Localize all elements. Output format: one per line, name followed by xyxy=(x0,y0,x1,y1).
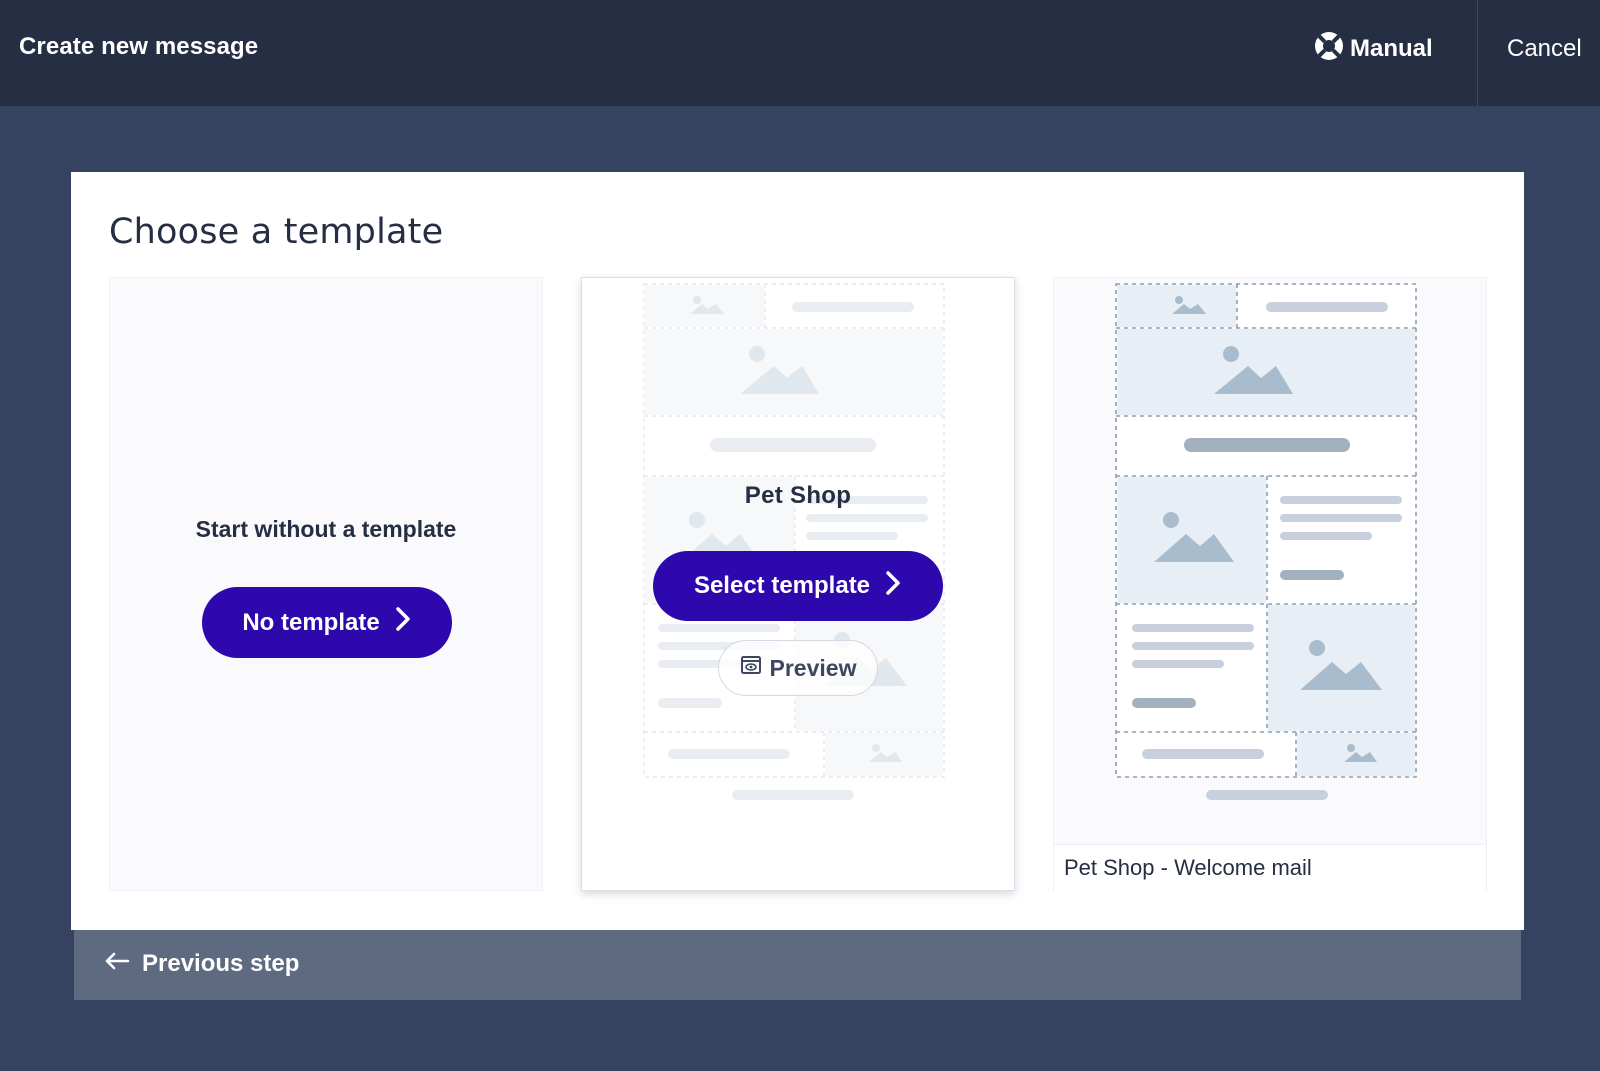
previous-step-label: Previous step xyxy=(142,950,300,977)
chevron-right-icon xyxy=(884,570,902,603)
welcome-mail-template-card[interactable]: Pet Shop - Welcome mail xyxy=(1053,277,1487,892)
blank-template-heading: Start without a template xyxy=(195,516,457,542)
preview-button[interactable]: Preview xyxy=(718,640,878,696)
select-template-label: Select template xyxy=(693,572,871,599)
top-bar: Create new message Manual Cancel xyxy=(0,0,1600,106)
template-panel: Choose a template Start without a templa… xyxy=(71,172,1524,930)
welcome-mail-caption: Pet Shop - Welcome mail xyxy=(1054,844,1486,892)
welcome-mail-name: Pet Shop - Welcome mail xyxy=(1064,855,1312,880)
blank-template-card: Start without a template No template xyxy=(109,277,543,891)
pet-shop-title: Pet Shop xyxy=(744,482,852,509)
previous-step-button[interactable]: Previous step xyxy=(104,950,299,978)
manual-label: Manual xyxy=(1350,35,1433,62)
no-template-button[interactable]: No template xyxy=(202,587,452,658)
page-title: Choose a template xyxy=(109,212,444,252)
select-template-button[interactable]: Select template xyxy=(653,551,943,621)
topbar-divider xyxy=(1477,0,1478,106)
pet-shop-template-card[interactable]: Pet Shop Select template Preview xyxy=(581,277,1015,891)
preview-label: Preview xyxy=(769,654,857,681)
arrow-left-icon xyxy=(104,950,130,978)
lifebuoy-icon xyxy=(1314,31,1344,68)
cancel-button[interactable]: Cancel xyxy=(1507,35,1582,63)
app-title: Create new message xyxy=(19,33,259,60)
chevron-right-icon xyxy=(394,606,412,639)
eye-icon xyxy=(740,654,762,682)
pet-shop-thumbnail xyxy=(643,283,945,800)
manual-link[interactable]: Manual xyxy=(1314,31,1433,68)
no-template-label: No template xyxy=(242,608,380,636)
footer-bar: Previous step xyxy=(74,930,1521,1000)
welcome-mail-thumbnail xyxy=(1115,283,1417,800)
